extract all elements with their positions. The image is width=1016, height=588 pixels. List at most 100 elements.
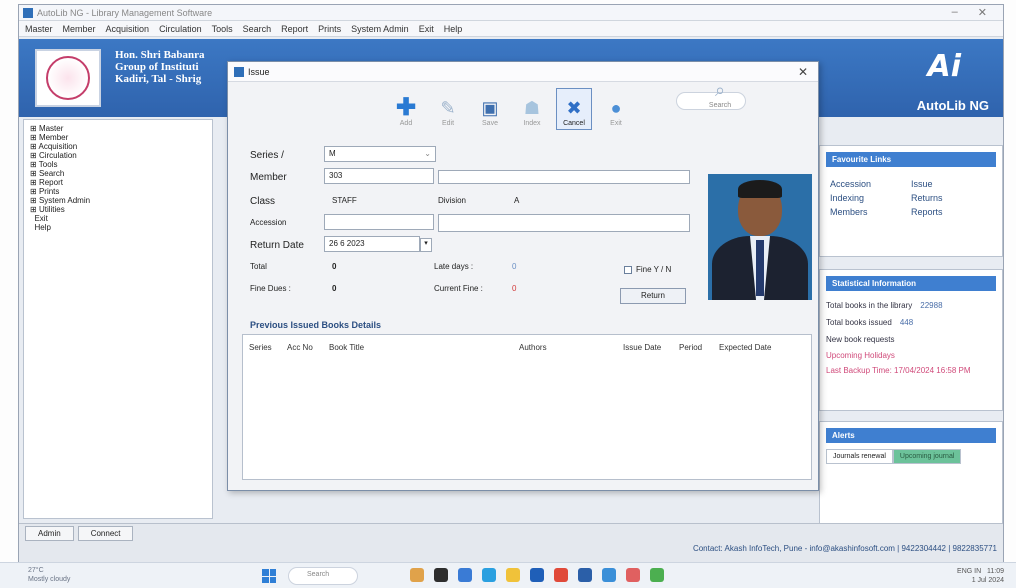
menu-acquisition[interactable]: Acquisition — [106, 24, 150, 34]
tree-item[interactable]: ⊞ Circulation — [30, 151, 206, 160]
app-icon[interactable] — [626, 568, 640, 582]
member-input[interactable]: 303 — [324, 168, 434, 184]
fav-link-returns[interactable]: Returns — [911, 193, 992, 203]
column-header[interactable]: Authors — [519, 343, 547, 352]
edge-icon[interactable] — [458, 568, 472, 582]
title-bar: AutoLib NG - Library Management Software… — [19, 5, 1003, 21]
close-window-icon[interactable]: ✕ — [978, 6, 987, 19]
tree-item[interactable]: Exit — [30, 214, 206, 223]
tree-item[interactable]: ⊞ Report — [30, 178, 206, 187]
fine-checkbox[interactable] — [624, 266, 632, 274]
menu-circulation[interactable]: Circulation — [159, 24, 202, 34]
menu-help[interactable]: Help — [444, 24, 463, 34]
date-picker-icon[interactable]: ▾ — [420, 238, 432, 252]
search-icon: ⌕ — [714, 80, 726, 100]
column-header[interactable]: Series — [249, 343, 272, 352]
fav-link-issue[interactable]: Issue — [911, 179, 992, 189]
fav-link-reports[interactable]: Reports — [911, 207, 992, 217]
tree-item[interactable]: ⊞ Tools — [30, 160, 206, 169]
brand-name: AutoLib NG — [916, 98, 989, 113]
tab-journals-renewal[interactable]: Journals renewal — [826, 449, 893, 464]
fav-link-accession[interactable]: Accession — [830, 179, 911, 189]
previous-issued-title: Previous Issued Books Details — [250, 320, 382, 330]
search-button[interactable]: ⌕ Search — [676, 80, 746, 110]
fav-link-indexing[interactable]: Indexing — [830, 193, 911, 203]
tree-item[interactable]: ⊞ Member — [30, 133, 206, 142]
menu-search[interactable]: Search — [243, 24, 272, 34]
chrome-icon[interactable] — [554, 568, 568, 582]
tree-item[interactable]: ⊞ Utilities — [30, 205, 206, 214]
tree-item[interactable]: ⊞ Acquisition — [30, 142, 206, 151]
widgets-icon[interactable] — [410, 568, 424, 582]
menu-report[interactable]: Report — [281, 24, 308, 34]
connect-tab[interactable]: Connect — [77, 526, 134, 541]
taskbar: 27°C Mostly cloudy Search ENG IN 11:09 1… — [0, 562, 1016, 588]
autolib-logo: Ai AutoLib NG — [839, 49, 989, 115]
index-icon: ☗ — [523, 98, 541, 118]
cancel-icon: ✖ — [566, 98, 582, 118]
return-date-input[interactable]: 26 6 2023 — [324, 236, 420, 252]
inst-line: Hon. Shri Babanra — [115, 49, 205, 61]
start-icon[interactable] — [262, 569, 276, 583]
alerts-title: Alerts — [826, 428, 996, 443]
division-value: A — [514, 196, 520, 205]
tree-item[interactable]: ⊞ Search — [30, 169, 206, 178]
dialog-icon — [234, 66, 244, 77]
total-value: 0 — [332, 262, 337, 271]
late-days-value: 0 — [512, 262, 517, 271]
column-header[interactable]: Acc No — [287, 343, 313, 352]
taskbar-search[interactable]: Search — [288, 567, 358, 585]
app-icon[interactable] — [650, 568, 664, 582]
menu-system-admin[interactable]: System Admin — [351, 24, 409, 34]
upcoming-holidays-link[interactable]: Upcoming Holidays — [820, 348, 1002, 363]
system-tray[interactable]: ENG IN 11:09 1 Jul 2024 — [957, 567, 1004, 585]
issue-dialog: Issue ✕ ✚ Add ✎ Edit ⌕ Search ▣ Save ☗ Index … — [227, 61, 819, 491]
add-button[interactable]: ✚ Add — [388, 88, 424, 130]
index-button[interactable]: ☗ Index — [514, 88, 550, 130]
temperature: 27°C — [28, 567, 44, 574]
series-select[interactable]: M ⌄ — [324, 146, 436, 162]
exit-button[interactable]: ● Exit — [598, 88, 634, 130]
member-name-field — [438, 170, 690, 184]
inst-line: Kadiri, Tal - Shrig — [115, 73, 202, 85]
column-header[interactable]: Issue Date — [623, 343, 661, 352]
save-button[interactable]: ▣ Save — [472, 88, 508, 130]
store-icon[interactable] — [530, 568, 544, 582]
tree-item[interactable]: Help — [30, 223, 206, 232]
member-label: Member — [250, 172, 287, 183]
edit-button[interactable]: ✎ Edit — [430, 88, 466, 130]
cancel-button[interactable]: ✖ Cancel — [556, 88, 592, 130]
tree-item[interactable]: ⊞ Prints — [30, 187, 206, 196]
menu-member[interactable]: Member — [63, 24, 96, 34]
app-icon — [23, 7, 33, 18]
language-indicator[interactable]: ENG IN — [957, 568, 981, 575]
folder-icon[interactable] — [506, 568, 520, 582]
column-header[interactable]: Book Title — [329, 343, 364, 352]
member-photo — [708, 174, 812, 300]
weather-widget[interactable]: 27°C Mostly cloudy — [28, 566, 70, 584]
menu-master[interactable]: Master — [25, 24, 53, 34]
app-icon[interactable] — [602, 568, 616, 582]
tree-item[interactable]: ⊞ Master — [30, 124, 206, 133]
column-header[interactable]: Period — [679, 343, 702, 352]
accession-input[interactable] — [324, 214, 434, 230]
minimize-icon[interactable]: – — [952, 6, 958, 19]
return-button[interactable]: Return — [620, 288, 686, 304]
menu-prints[interactable]: Prints — [318, 24, 341, 34]
column-header[interactable]: Expected Date — [719, 343, 771, 352]
fav-link-members[interactable]: Members — [830, 207, 911, 217]
menu-exit[interactable]: Exit — [419, 24, 434, 34]
app-icon[interactable] — [434, 568, 448, 582]
clock-time[interactable]: 11:09 — [987, 568, 1004, 575]
dialog-toolbar: ✚ Add ✎ Edit ⌕ Search ▣ Save ☗ Index ✖ Cancel … — [388, 80, 746, 130]
outlook-icon[interactable] — [578, 568, 592, 582]
browser-icon[interactable] — [482, 568, 496, 582]
tree-item[interactable]: ⊞ System Admin — [30, 196, 206, 205]
tab-upcoming-journal[interactable]: Upcoming journal — [892, 449, 962, 464]
previous-issued-table[interactable]: Series Acc No Book Title Authors Issue D… — [242, 334, 812, 480]
user-tab[interactable]: Admin — [25, 526, 74, 541]
window-title: AutoLib NG - Library Management Software — [37, 7, 213, 18]
close-icon[interactable]: ✕ — [798, 65, 818, 79]
clock-date[interactable]: 1 Jul 2024 — [957, 576, 1004, 585]
menu-tools[interactable]: Tools — [212, 24, 233, 34]
